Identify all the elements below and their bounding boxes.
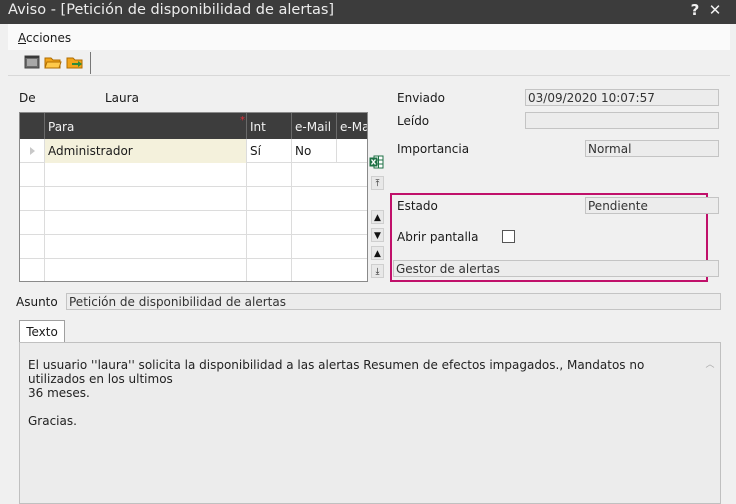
grid-navigation: ⤒ ▲ ▼ ▲ ⤓ (368, 112, 386, 282)
status-label: Estado (397, 199, 438, 213)
scroll-up-icon[interactable]: ︿ (704, 357, 716, 371)
cell-email[interactable]: No (291, 139, 336, 163)
importance-field[interactable]: Normal (585, 140, 719, 157)
cell-int[interactable]: Sí (246, 139, 291, 163)
cell-para[interactable]: Administrador (44, 139, 246, 163)
scroll-up-icon[interactable]: ▲ (371, 210, 384, 224)
recipients-grid[interactable]: Para * Int e-Mail e-Ma Administrador Sí … (19, 112, 368, 282)
subject-label: Asunto (16, 295, 58, 309)
title-bar: Aviso - [Petición de disponibilidad de a… (0, 0, 736, 24)
table-row[interactable] (20, 211, 367, 235)
tab-texto[interactable]: Texto (19, 320, 65, 343)
menu-bar: Acciones (8, 24, 730, 50)
from-value: Laura (105, 91, 139, 105)
status-field[interactable]: Pendiente (585, 197, 719, 214)
row-selector[interactable] (20, 139, 44, 163)
grid-header: Para * Int e-Mail e-Ma (20, 113, 367, 139)
column-para[interactable]: Para (44, 113, 246, 139)
column-int[interactable]: Int (246, 113, 291, 139)
close-button[interactable]: ✕ (706, 1, 724, 21)
subject-field[interactable]: Petición de disponibilidad de alertas (66, 293, 721, 310)
alert-manager-field[interactable]: Gestor de alertas (393, 260, 719, 277)
table-row[interactable] (20, 235, 367, 259)
scroll-bottom-icon[interactable]: ⤓ (371, 264, 384, 278)
help-button[interactable]: ? (686, 1, 704, 21)
scroll-down-icon[interactable]: ▼ (371, 228, 384, 242)
table-row[interactable] (20, 259, 367, 281)
cell-email-2[interactable] (336, 139, 367, 163)
read-field (525, 112, 719, 129)
column-email-2[interactable]: e-Ma (336, 113, 367, 139)
open-screen-checkbox[interactable] (502, 230, 515, 243)
page-up-icon[interactable]: ▲ (371, 246, 384, 260)
toolbar-separator (90, 52, 91, 74)
window-icon[interactable] (23, 54, 41, 70)
table-row[interactable]: Administrador Sí No (20, 139, 367, 163)
column-email[interactable]: e-Mail (291, 113, 336, 139)
importance-label: Importancia (397, 142, 470, 156)
sent-field: 03/09/2020 10:07:57 (525, 89, 719, 106)
scroll-top-icon[interactable]: ⤒ (371, 176, 384, 190)
row-pointer-icon (30, 147, 35, 155)
open-screen-label: Abrir pantalla (397, 230, 479, 244)
table-row[interactable] (20, 187, 367, 211)
table-row[interactable] (20, 163, 367, 187)
read-label: Leído (397, 114, 430, 128)
sent-label: Enviado (397, 91, 445, 105)
message-body[interactable]: El usuario ''laura'' solicita la disponi… (19, 342, 721, 504)
from-label: De (19, 91, 36, 105)
window-title: Aviso - [Petición de disponibilidad de a… (8, 2, 335, 18)
menu-acciones[interactable]: Acciones (18, 31, 71, 45)
required-marker: * (240, 115, 245, 126)
excel-export-icon[interactable] (369, 155, 384, 169)
row-header-corner (20, 113, 44, 139)
message-text: El usuario ''laura'' solicita la disponi… (28, 358, 645, 428)
folder-arrow-icon[interactable] (66, 54, 84, 70)
open-folder-icon[interactable] (44, 54, 62, 70)
toolbar (8, 50, 730, 76)
